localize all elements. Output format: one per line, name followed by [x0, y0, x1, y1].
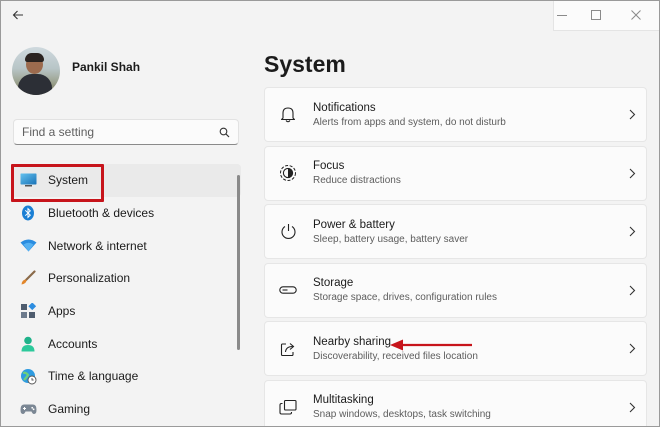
annotation-arrow [390, 339, 472, 351]
chevron-right-icon [618, 343, 646, 354]
sidebar-item-network[interactable]: Network & internet [11, 229, 241, 262]
system-icon [19, 171, 37, 189]
sidebar-item-bluetooth[interactable]: Bluetooth & devices [11, 197, 241, 230]
window-controls [545, 1, 659, 31]
sidebar-item-label: Network & internet [48, 238, 147, 253]
user-name: Pankil Shah [72, 60, 141, 74]
card-subtitle: Reduce distractions [313, 175, 401, 186]
globe-clock-icon [19, 367, 37, 385]
maximize-icon [591, 7, 601, 25]
sidebar-item-accounts[interactable]: Accounts [11, 327, 241, 360]
back-arrow-icon [12, 8, 24, 26]
focus-icon [278, 163, 298, 183]
chevron-right-icon [618, 109, 646, 120]
sidebar-item-apps[interactable]: Apps [11, 295, 241, 328]
sidebar-item-label: Gaming [48, 402, 91, 417]
card-notifications[interactable]: Notifications Alerts from apps and syste… [264, 87, 647, 142]
sidebar-item-label: Apps [48, 304, 76, 319]
person-icon [19, 335, 37, 353]
search-icon[interactable] [218, 126, 230, 138]
chevron-right-icon [618, 226, 646, 237]
multitask-icon [278, 397, 298, 417]
wifi-icon [19, 237, 37, 255]
sidebar-item-label: Accounts [48, 336, 98, 351]
close-button[interactable] [613, 1, 659, 31]
sidebar-nav: System Bluetooth & devices Network & int… [11, 164, 241, 426]
sidebar-item-label: Personalization [48, 271, 131, 286]
back-button[interactable] [7, 7, 29, 27]
chevron-right-icon [618, 402, 646, 413]
sidebar-item-label: System [48, 173, 89, 188]
chevron-right-icon [618, 285, 646, 296]
bell-icon [278, 105, 298, 125]
sidebar-item-label: Bluetooth & devices [48, 206, 155, 221]
chevron-right-icon [618, 168, 646, 179]
card-subtitle: Storage space, drives, configuration rul… [313, 292, 497, 303]
card-subtitle: Alerts from apps and system, do not dist… [313, 116, 506, 128]
search-box[interactable] [13, 119, 239, 145]
sidebar-item-gaming[interactable]: Gaming [11, 393, 241, 426]
apps-icon [19, 302, 37, 320]
brush-icon [19, 269, 37, 287]
minimize-button[interactable] [545, 1, 579, 31]
gamepad-icon [19, 400, 37, 418]
card-title: Focus [313, 160, 345, 172]
maximize-button[interactable] [579, 1, 613, 31]
user-profile[interactable]: Pankil Shah [12, 47, 140, 95]
settings-window: Pankil Shah System Bluetooth & devices N… [0, 0, 660, 427]
card-focus[interactable]: Focus Reduce distractions [264, 145, 647, 201]
sidebar-item-personalization[interactable]: Personalization [11, 262, 241, 295]
card-title: Multitasking [313, 394, 374, 406]
card-title: Power & battery [313, 218, 395, 231]
card-title: Storage [313, 277, 354, 289]
card-title: Notifications [313, 101, 376, 114]
bluetooth-icon [19, 204, 37, 222]
minimize-icon [557, 7, 567, 25]
sidebar-scrollbar[interactable] [237, 175, 240, 350]
storage-icon [278, 280, 298, 300]
page-title: System [264, 51, 346, 77]
card-power-battery[interactable]: Power & battery Sleep, battery usage, ba… [264, 204, 647, 259]
title-bar [1, 1, 659, 33]
power-icon [278, 222, 298, 242]
close-icon [631, 7, 641, 25]
share-icon [278, 339, 298, 359]
search-input[interactable] [22, 125, 218, 139]
sidebar-item-label: Time & language [48, 369, 139, 384]
sidebar-item-system[interactable]: System [11, 164, 241, 202]
avatar [12, 47, 60, 95]
sidebar-item-time-language[interactable]: Time & language [11, 360, 241, 393]
settings-list: Notifications Alerts from apps and syste… [264, 87, 647, 426]
card-storage[interactable]: Storage Storage space, drives, configura… [264, 262, 647, 318]
card-subtitle: Sleep, battery usage, battery saver [313, 233, 469, 245]
card-subtitle: Snap windows, desktops, task switching [313, 409, 491, 420]
card-multitasking[interactable]: Multitasking Snap windows, desktops, tas… [264, 379, 647, 426]
